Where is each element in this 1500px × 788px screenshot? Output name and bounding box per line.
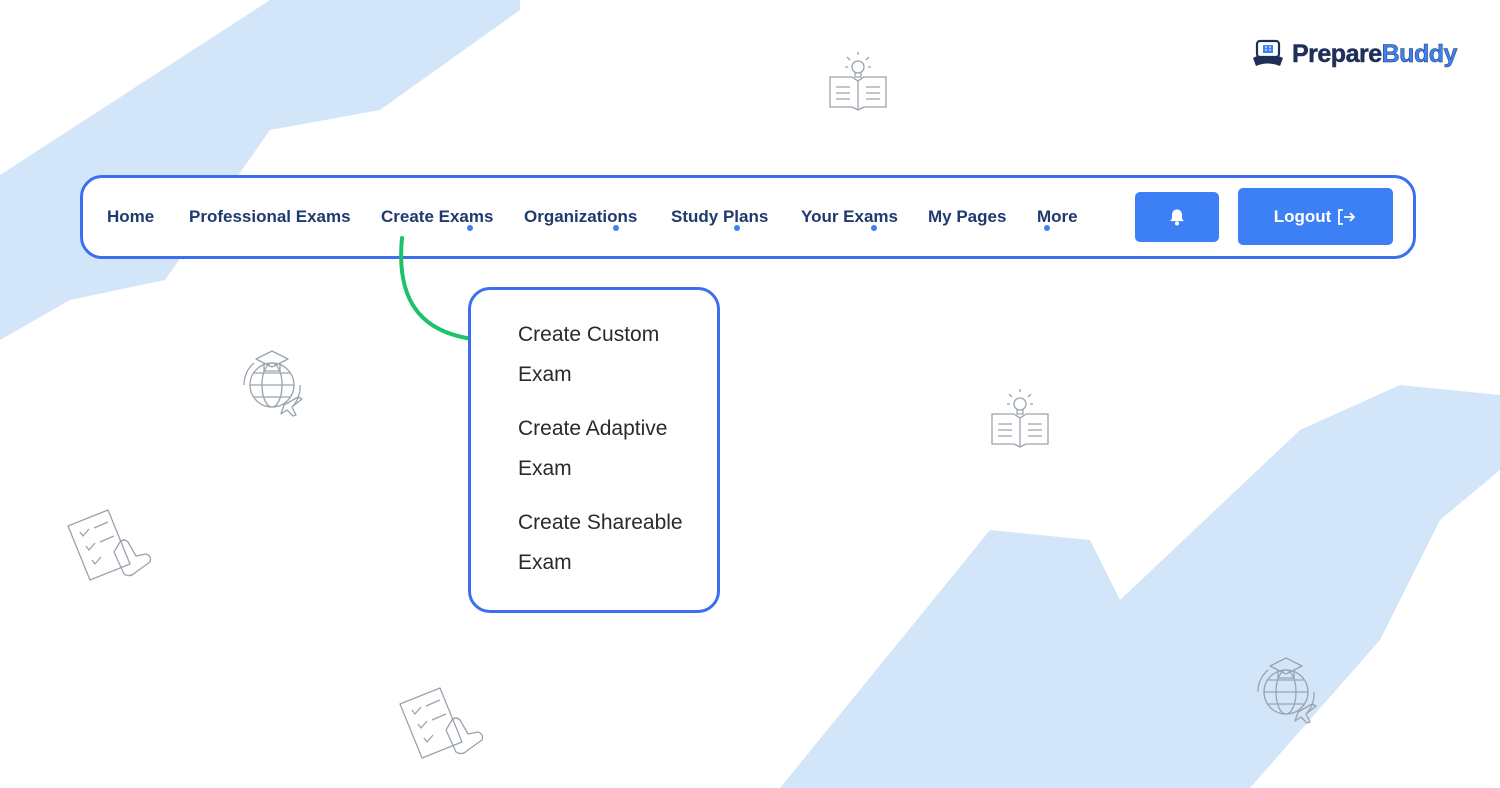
nav-item-study-plans[interactable]: Study Plans: [671, 178, 768, 256]
nav-item-home[interactable]: Home: [107, 178, 154, 256]
open-book-lightbulb-icon: [829, 52, 887, 111]
dropdown-indicator-icon: [871, 225, 877, 231]
graduation-globe-airplane-icon: [243, 350, 303, 417]
callout-arrow: [399, 236, 500, 354]
brush-stroke-top-left: [0, 0, 520, 340]
logout-label: Logout: [1273, 206, 1332, 226]
logo-text-buddy: Buddy: [1381, 39, 1457, 68]
dropdown-indicator-icon: [734, 225, 740, 231]
graduation-globe-airplane-icon: [1257, 657, 1317, 724]
background-brush-strokes: [0, 0, 1500, 788]
create-exams-dropdown-menu: Create Custom Exam Create Adaptive Exam …: [468, 287, 720, 613]
brush-stroke-bottom-right: [780, 385, 1500, 788]
nav-item-professional-exams[interactable]: Professional Exams: [189, 178, 351, 256]
dropdown-indicator-icon: [1044, 225, 1050, 231]
checklist-hand-icon: [399, 687, 484, 759]
checklist-hand-icon: [67, 509, 152, 581]
dropdown-indicator-icon: [467, 225, 473, 231]
open-book-lightbulb-icon: [991, 389, 1049, 448]
notifications-button[interactable]: [1135, 192, 1219, 242]
bell-icon: [1170, 209, 1184, 225]
menu-item-create-shareable-exam[interactable]: Create Shareable Exam: [518, 503, 708, 583]
preparebuddy-logo[interactable]: PrepareBuddy: [1250, 36, 1458, 72]
main-navigation-bar: Home Professional Exams Create Exams Org…: [80, 175, 1416, 259]
logo-text: PrepareBuddy: [1292, 39, 1458, 69]
logo-text-prepare: Prepare: [1292, 39, 1383, 68]
menu-item-create-adaptive-exam[interactable]: Create Adaptive Exam: [518, 409, 708, 489]
logout-arrow-icon: [1338, 208, 1356, 225]
nav-item-create-exams[interactable]: Create Exams: [381, 178, 493, 256]
logo-mark-icon: [1253, 39, 1283, 66]
nav-item-more[interactable]: More: [1037, 178, 1078, 256]
nav-item-my-pages[interactable]: My Pages: [928, 178, 1006, 256]
logout-button[interactable]: Logout: [1238, 188, 1393, 245]
menu-item-create-custom-exam[interactable]: Create Custom Exam: [518, 315, 708, 395]
decorative-icons: [67, 52, 1317, 759]
nav-item-your-exams[interactable]: Your Exams: [801, 178, 898, 256]
nav-item-organizations[interactable]: Organizations: [524, 178, 637, 256]
dropdown-indicator-icon: [613, 225, 619, 231]
